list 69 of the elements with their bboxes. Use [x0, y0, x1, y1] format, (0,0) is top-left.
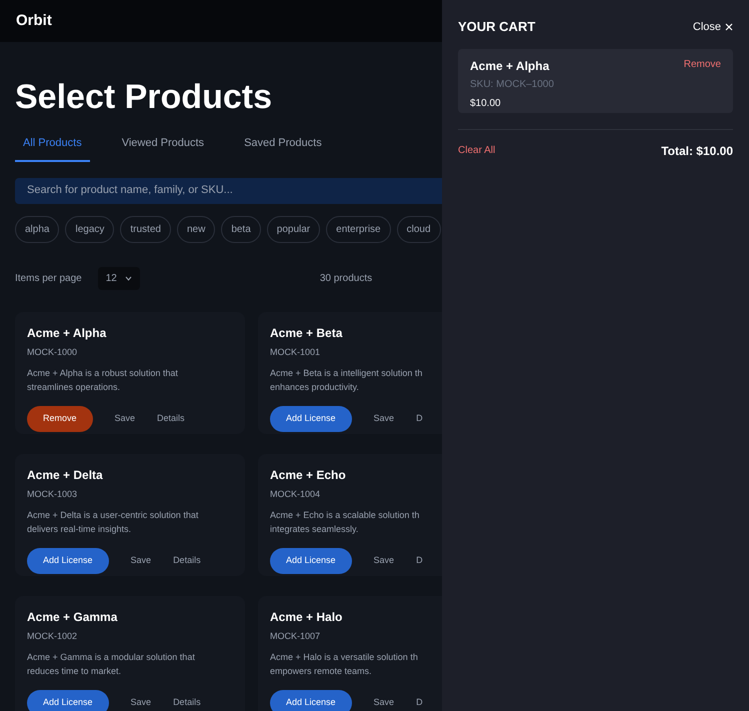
product-description: Acme + Halo is a versatile solution th: [270, 651, 419, 664]
license-button[interactable]: Add License: [27, 548, 109, 574]
product-name: Acme + Gamma: [27, 608, 118, 626]
product-name: Acme + Halo: [270, 608, 344, 626]
license-button[interactable]: Remove: [27, 406, 93, 432]
page-title: Select Products: [15, 77, 273, 118]
cart-item-price: $10.00: [470, 96, 502, 110]
product-name: Acme + Beta: [270, 324, 344, 342]
close-button[interactable]: Close: [692, 18, 733, 35]
cart-total: Total: $10.00: [661, 142, 733, 160]
remove-link[interactable]: Remove: [684, 56, 721, 72]
license-button[interactable]: Add License: [270, 690, 352, 711]
product-name: Acme + Delta: [27, 466, 104, 484]
tag-chip[interactable]: popular: [266, 216, 320, 242]
save-link[interactable]: Save: [374, 412, 394, 426]
product-description: Acme + Echo is a scalable solution th: [270, 509, 420, 522]
details-link[interactable]: Details: [157, 412, 185, 426]
product-description: streamlines operations.: [27, 380, 122, 394]
product-description: reduces time to market.: [27, 664, 122, 678]
tab[interactable]: All Products: [15, 135, 90, 162]
items-per-page-label: Items per page: [15, 272, 82, 286]
product-count: 30 products: [320, 272, 372, 286]
save-link[interactable]: Save: [114, 412, 136, 426]
tab[interactable]: Viewed Products: [114, 135, 212, 162]
details-link[interactable]: D: [416, 412, 423, 426]
license-button[interactable]: Add License: [27, 690, 109, 711]
cart-item-name: Acme + Alpha: [470, 58, 550, 74]
product-description: Acme + Gamma is a modular solution that: [27, 651, 196, 664]
license-button[interactable]: Add License: [270, 548, 352, 574]
tag-chip[interactable]: beta: [221, 216, 261, 242]
details-link[interactable]: D: [416, 696, 423, 710]
product-name: Acme + Echo: [270, 466, 347, 484]
cart-item-sku: SKU: MOCK–1000: [470, 78, 554, 92]
tag-chip[interactable]: legacy: [65, 216, 114, 242]
tag-chip[interactable]: new: [176, 216, 216, 242]
save-link[interactable]: Save: [374, 696, 394, 710]
product-sku: MOCK-1001: [270, 346, 322, 358]
close-icon: [725, 22, 733, 31]
chevron-down-icon: [124, 276, 132, 280]
details-link[interactable]: Details: [173, 696, 201, 710]
items-per-page-select[interactable]: 12: [98, 266, 140, 290]
product-sku: MOCK-1000: [27, 346, 78, 358]
details-link[interactable]: Details: [173, 554, 201, 568]
product-description: empowers remote teams.: [270, 664, 373, 678]
tag-chip[interactable]: alpha: [15, 216, 60, 242]
clear-all-link[interactable]: Clear All: [458, 143, 496, 158]
details-link[interactable]: D: [416, 554, 423, 568]
save-link[interactable]: Save: [130, 696, 152, 710]
product-sku: MOCK-1002: [27, 630, 78, 642]
product-description: Acme + Delta is a user-centric solution that: [27, 509, 200, 522]
tag-chip[interactable]: enterprise: [326, 216, 391, 242]
save-link[interactable]: Save: [130, 554, 152, 568]
product-description: enhances productivity.: [270, 380, 360, 394]
tag-chip[interactable]: cloud: [396, 216, 441, 242]
tab[interactable]: Saved Products: [236, 135, 330, 162]
product-sku: MOCK-1007: [270, 630, 322, 642]
brand-logo[interactable]: Orbit: [16, 10, 52, 32]
product-sku: MOCK-1004: [270, 488, 322, 500]
cart-title: YOUR CART: [458, 18, 536, 36]
product-description: Acme + Beta is a intelligent solution th: [270, 367, 424, 380]
product-sku: MOCK-1003: [27, 488, 78, 500]
tag-chip[interactable]: trusted: [120, 216, 171, 242]
product-description: Acme + Alpha is a robust solution that: [27, 367, 179, 380]
save-link[interactable]: Save: [374, 554, 394, 568]
product-description: integrates seamlessly.: [270, 522, 360, 536]
search-field[interactable]: Search for product name, family, or SKU...: [15, 178, 442, 204]
product-description: delivers real-time insights.: [27, 522, 132, 536]
product-name: Acme + Alpha: [27, 324, 108, 342]
license-button[interactable]: Add License: [270, 406, 352, 432]
